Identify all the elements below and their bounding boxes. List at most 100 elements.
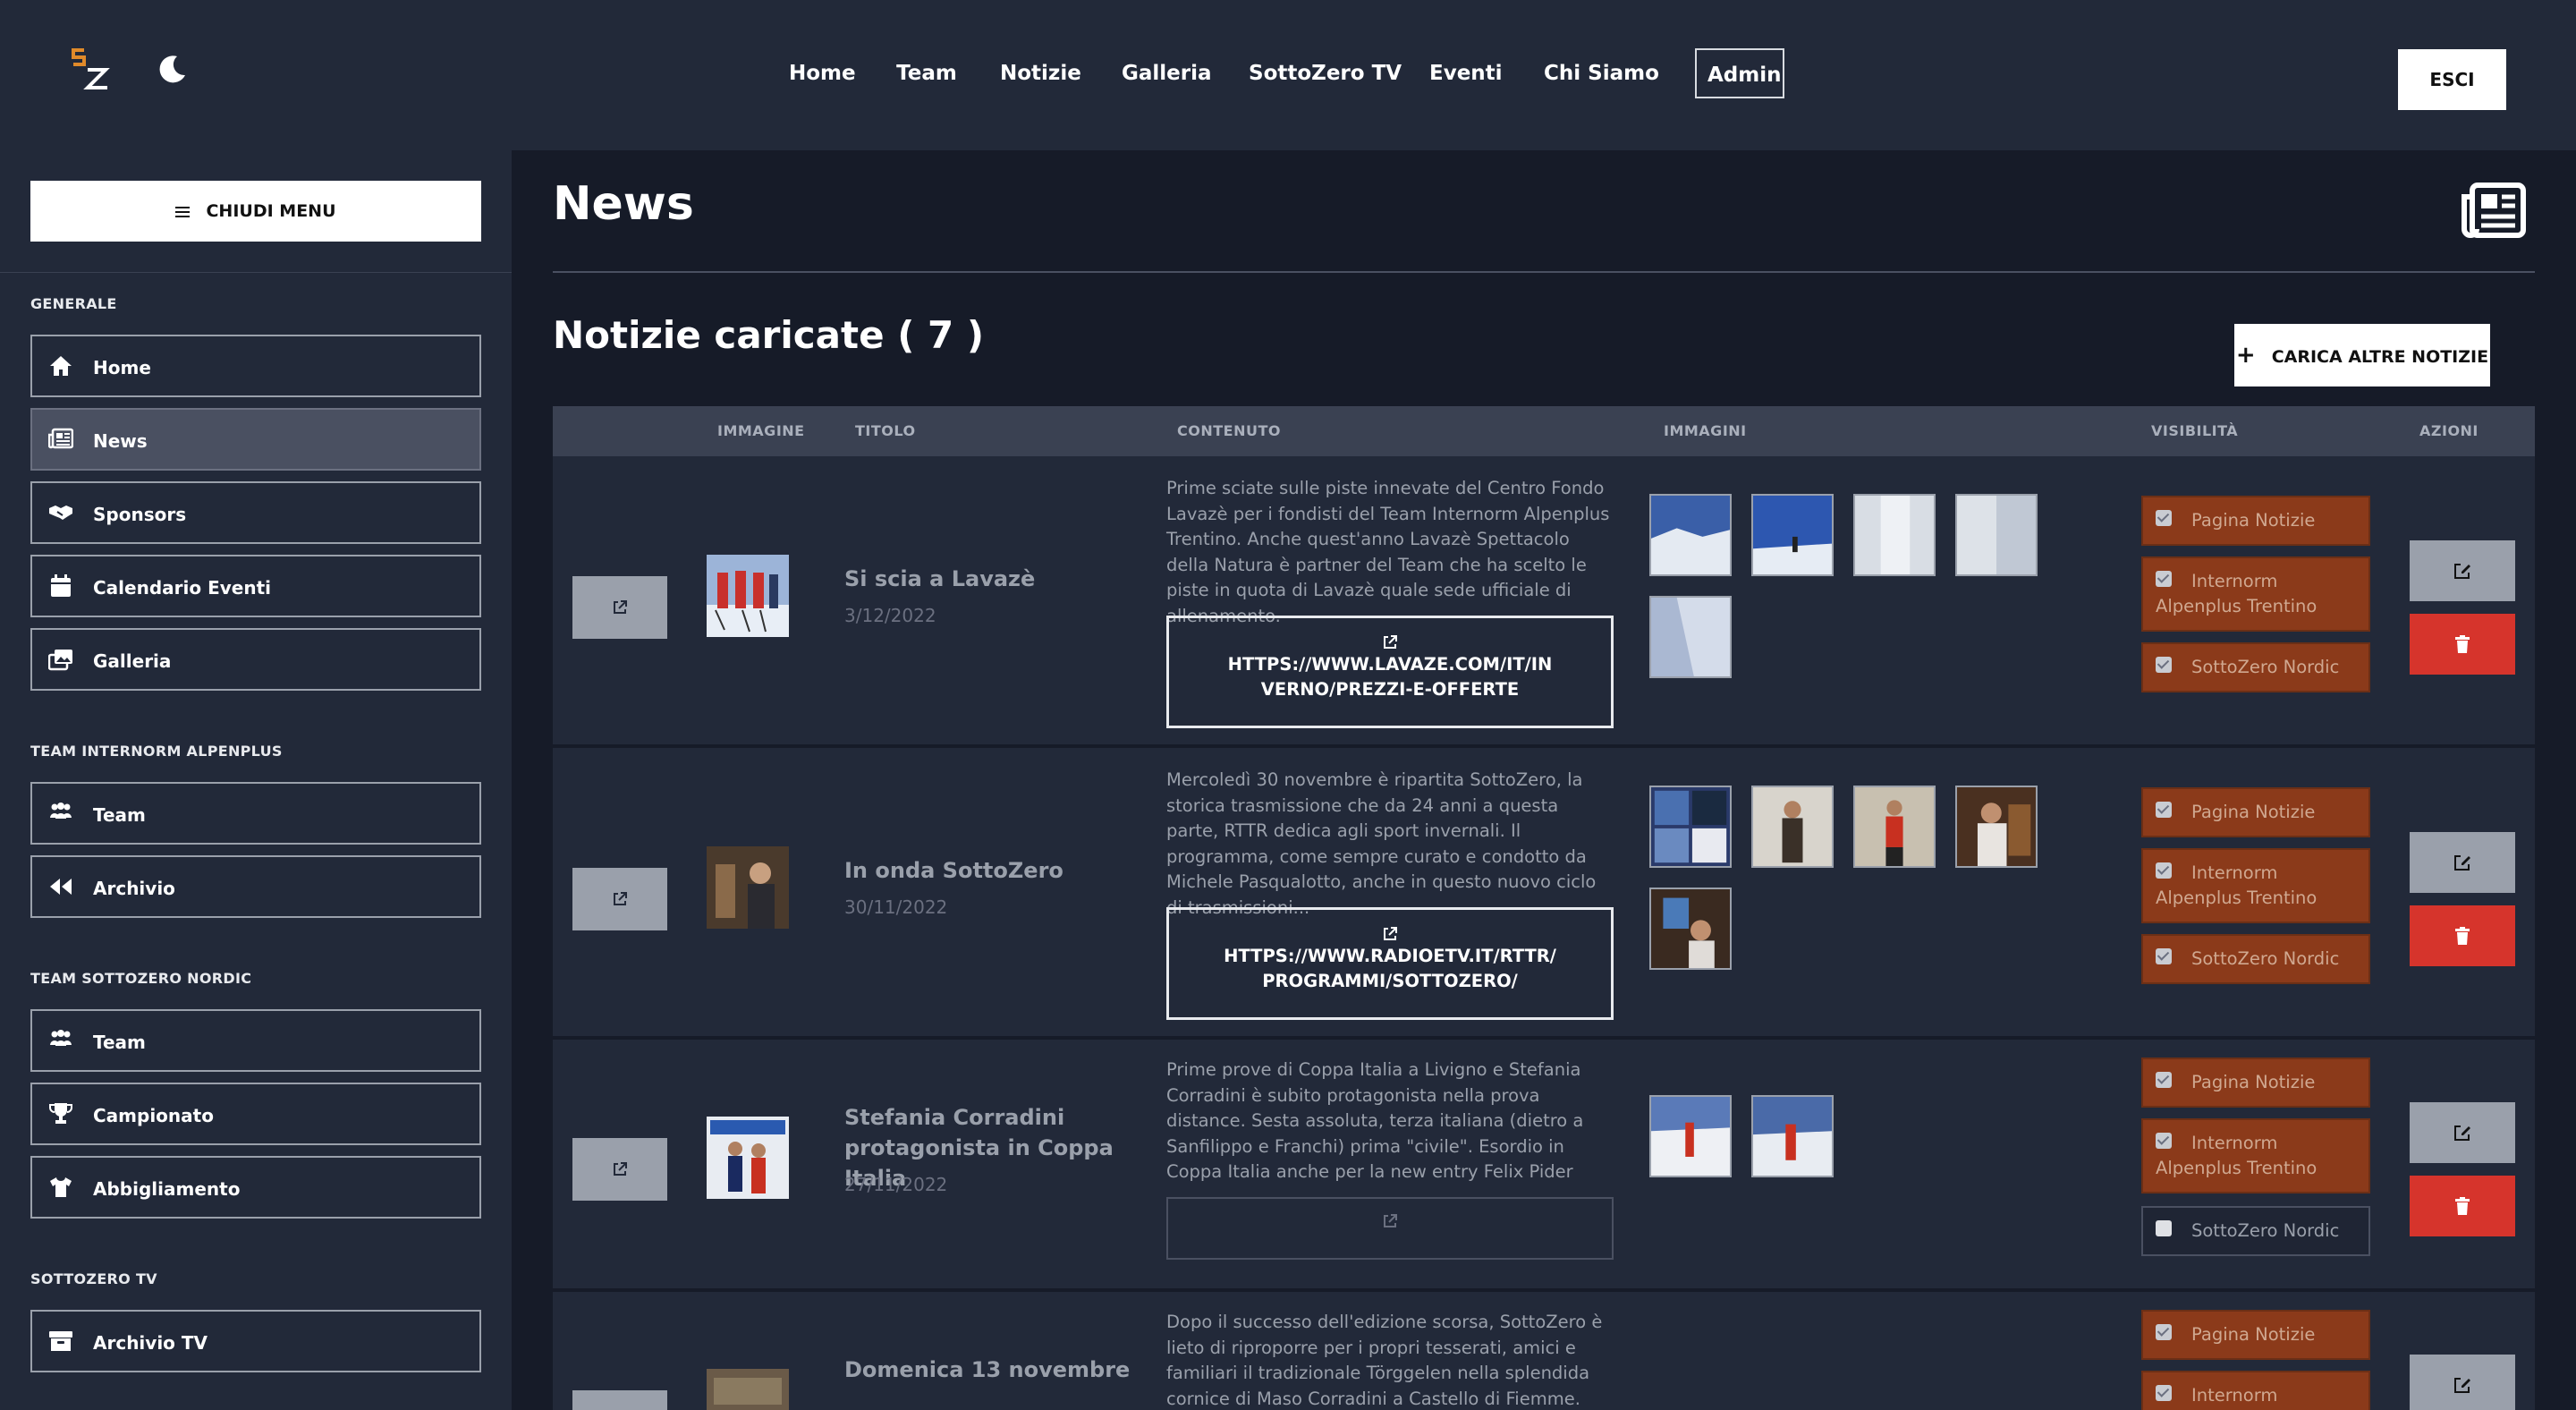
news-url: HTTPS://WWW.RADIOETV.IT/RTTR/PROGRAMMI/S… (1224, 946, 1556, 991)
visibility-internorm[interactable]: Internorm (2141, 1371, 2370, 1410)
delete-button[interactable] (2410, 614, 2515, 675)
nav-galleria[interactable]: Galleria (1122, 48, 1212, 98)
visibility-label: SottoZero Nordic (2191, 657, 2340, 677)
checkbox[interactable] (2156, 862, 2172, 879)
open-link-button[interactable] (572, 576, 667, 639)
sidebar-item-archivio[interactable]: Archivio (30, 855, 481, 918)
sidebar-item-team-internorm[interactable]: Team (30, 782, 481, 845)
gallery-image[interactable] (1649, 1095, 1732, 1177)
sidebar-item-archivio-tv[interactable]: Archivio TV (30, 1310, 481, 1372)
visibility-internorm[interactable]: Internorm Alpenplus Trentino (2141, 1118, 2370, 1193)
news-thumbnail[interactable] (707, 1117, 789, 1199)
news-content: Prime sciate sulle piste innevate del Ce… (1166, 478, 1610, 626)
news-url-link[interactable]: HTTPS://WWW.LAVAZE.COM/IT/INVERNO/PREZZI… (1166, 616, 1614, 728)
gallery-image[interactable] (1649, 494, 1732, 576)
sidebar-item-abbigliamento[interactable]: Abbigliamento (30, 1156, 481, 1219)
trash-icon (2455, 1197, 2470, 1215)
column-header-titolo: TITOLO (855, 422, 916, 439)
visibility-sottozero-nordic[interactable]: SottoZero Nordic (2141, 642, 2370, 692)
nav-chi-siamo[interactable]: Chi Siamo (1544, 48, 1659, 98)
edit-button[interactable] (2410, 1102, 2515, 1163)
gallery-image[interactable] (1649, 786, 1732, 868)
gallery-image[interactable] (1955, 494, 2038, 576)
visibility-sottozero-nordic[interactable]: SottoZero Nordic (2141, 934, 2370, 984)
gallery-image[interactable] (1649, 596, 1732, 678)
edit-button[interactable] (2410, 540, 2515, 601)
news-content: Prime prove di Coppa Italia a Livigno e … (1166, 1059, 1584, 1182)
visibility-pagina-notizie[interactable]: Pagina Notizie (2141, 1058, 2370, 1108)
nav-team[interactable]: Team (894, 48, 959, 98)
top-navbar: Home Team Notizie Galleria SottoZero TV … (0, 0, 2576, 150)
checkbox[interactable] (2156, 1072, 2172, 1088)
visibility-pagina-notizie[interactable]: Pagina Notizie (2141, 787, 2370, 837)
visibility-pagina-notizie[interactable]: Pagina Notizie (2141, 1310, 2370, 1360)
checkbox[interactable] (2156, 802, 2172, 818)
open-link-button[interactable] (572, 868, 667, 930)
news-title: In onda SottoZero (844, 858, 1063, 883)
visibility-sottozero-nordic[interactable]: SottoZero Nordic (2141, 1206, 2370, 1256)
nav-eventi[interactable]: Eventi (1429, 48, 1503, 98)
gallery-image[interactable] (1853, 786, 1936, 868)
checkbox[interactable] (2156, 948, 2172, 964)
close-menu-button[interactable]: CHIUDI MENU (30, 181, 481, 242)
gallery-image[interactable] (1955, 786, 2038, 868)
external-link-icon (1384, 927, 1397, 940)
checkbox[interactable] (2156, 1324, 2172, 1340)
delete-button[interactable] (2410, 1176, 2515, 1236)
sidebar-item-sponsors[interactable]: Sponsors (30, 481, 481, 544)
home-icon (50, 356, 72, 376)
checkbox[interactable] (2156, 1133, 2172, 1149)
news-url-link[interactable] (1166, 1197, 1614, 1260)
visibility-internorm[interactable]: Internorm Alpenplus Trentino (2141, 848, 2370, 923)
newspaper-icon (48, 428, 73, 449)
news-thumbnail[interactable] (707, 846, 789, 929)
nav-home[interactable]: Home (789, 48, 856, 98)
nav-notizie[interactable]: Notizie (1000, 48, 1081, 98)
news-title: Si scia a Lavazè (844, 566, 1036, 591)
news-content: Dopo il successo dell'edizione scorsa, S… (1166, 1312, 1603, 1409)
visibility-internorm[interactable]: Internorm Alpenplus Trentino (2141, 556, 2370, 632)
gallery-image[interactable] (1751, 1095, 1834, 1177)
visibility-pagina-notizie[interactable]: Pagina Notizie (2141, 496, 2370, 546)
news-url: HTTPS://WWW.LAVAZE.COM/IT/INVERNO/PREZZI… (1227, 654, 1553, 700)
gallery-image[interactable] (1853, 494, 1936, 576)
gallery-image[interactable] (1649, 888, 1732, 970)
delete-button[interactable] (2410, 905, 2515, 966)
checkbox[interactable] (2156, 510, 2172, 526)
logout-button[interactable]: ESCI (2398, 49, 2506, 110)
open-link-button[interactable] (572, 1138, 667, 1201)
open-link-button[interactable] (572, 1390, 667, 1410)
news-thumbnail[interactable] (707, 1369, 789, 1410)
nav-admin[interactable]: Admin (1695, 48, 1784, 98)
sidebar-item-galleria[interactable]: Galleria (30, 628, 481, 691)
users-icon (50, 1030, 72, 1046)
sidebar-item-team-sottozero[interactable]: Team (30, 1009, 481, 1072)
sidebar-item-label: Galleria (93, 650, 172, 672)
news-thumbnail[interactable] (707, 555, 789, 637)
sidebar-item-home[interactable]: Home (30, 335, 481, 397)
gallery-image[interactable] (1751, 494, 1834, 576)
checkbox[interactable] (2156, 657, 2172, 673)
sidebar-item-news[interactable]: News (30, 408, 481, 471)
nav-sottozero-tv[interactable]: SottoZero TV (1249, 48, 1402, 98)
sidebar-item-label: Archivio TV (93, 1332, 208, 1354)
gallery-image[interactable] (1751, 786, 1834, 868)
sidebar-item-label: Team (93, 804, 146, 826)
visibility-label: Internorm Alpenplus Trentino (2156, 1133, 2318, 1178)
calendar-icon (51, 574, 71, 597)
sidebar-item-label: Home (93, 357, 151, 378)
divider (553, 271, 2535, 273)
external-link-icon (1384, 635, 1397, 649)
checkbox[interactable] (2156, 1220, 2172, 1236)
upload-more-news-label: CARICA ALTRE NOTIZIE (2271, 347, 2489, 367)
table-row: Si scia a Lavazè 3/12/2022 Prime sciate … (553, 456, 2535, 746)
edit-button[interactable] (2410, 1355, 2515, 1410)
sidebar-item-campionato[interactable]: Campionato (30, 1083, 481, 1145)
checkbox[interactable] (2156, 571, 2172, 587)
plus-icon: + (2235, 342, 2256, 369)
checkbox[interactable] (2156, 1385, 2172, 1401)
edit-button[interactable] (2410, 832, 2515, 893)
sidebar-item-calendario-eventi[interactable]: Calendario Eventi (30, 555, 481, 617)
news-url-link[interactable]: HTTPS://WWW.RADIOETV.IT/RTTR/PROGRAMMI/S… (1166, 907, 1614, 1020)
upload-more-news-button[interactable]: + CARICA ALTRE NOTIZIE (2234, 324, 2490, 386)
